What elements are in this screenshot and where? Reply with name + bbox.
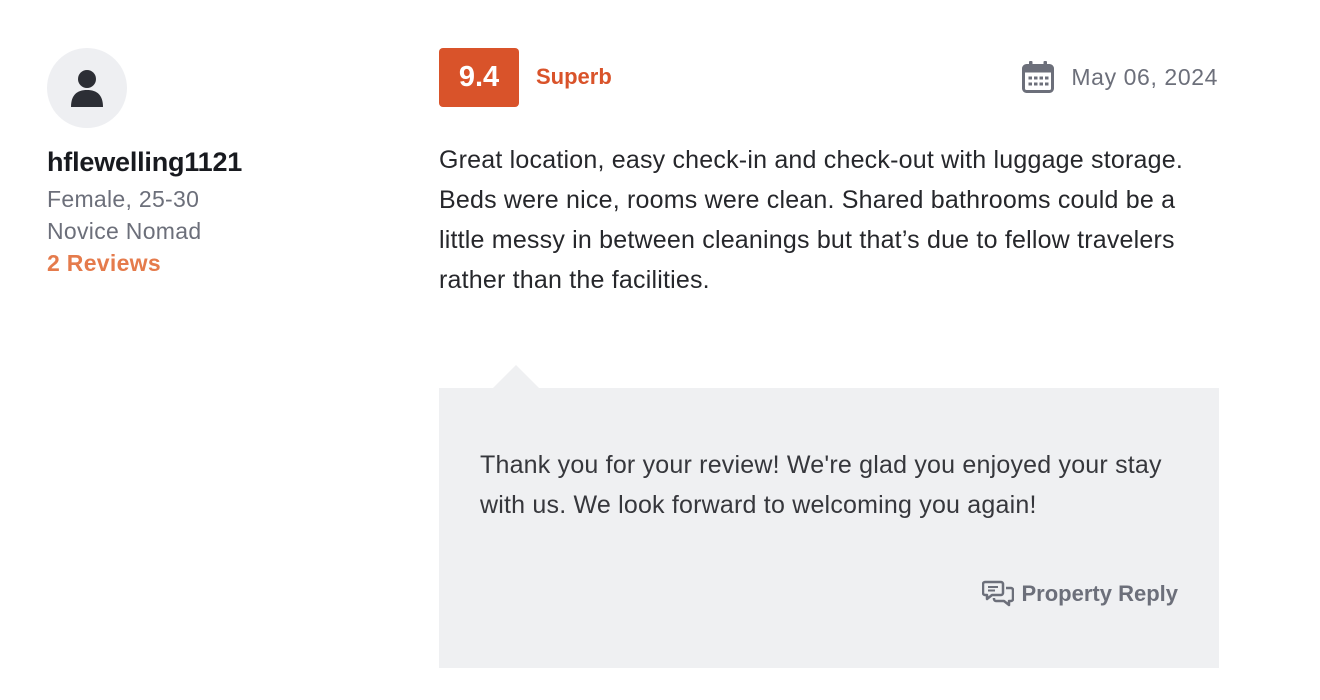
rating-score-badge: 9.4 bbox=[439, 48, 519, 107]
avatar bbox=[47, 48, 127, 128]
review-date-text: May 06, 2024 bbox=[1071, 63, 1218, 90]
review-text: Great location, easy check-in and check-… bbox=[439, 146, 1183, 294]
user-icon bbox=[70, 68, 104, 108]
reviewer-name: hflewelling1121 bbox=[47, 147, 243, 177]
rating-label: Superb bbox=[536, 64, 612, 89]
chat-bubbles-icon bbox=[981, 579, 1014, 609]
property-reply-label: Property Reply bbox=[1021, 581, 1179, 606]
property-reply-box: Thank you for your review! We're glad yo… bbox=[439, 365, 1219, 668]
review-date: May 06, 2024 bbox=[1021, 60, 1218, 94]
reviewer-demographic: Female, 25-30 bbox=[47, 186, 200, 212]
property-reply-text: Thank you for your review! We're glad yo… bbox=[480, 451, 1162, 519]
reviewer-level: Novice Nomad bbox=[47, 218, 202, 244]
property-reply-footer: Property Reply bbox=[981, 579, 1179, 609]
reviewer-reviews-link[interactable]: 2 Reviews bbox=[47, 250, 161, 277]
calendar-icon bbox=[1021, 60, 1055, 94]
